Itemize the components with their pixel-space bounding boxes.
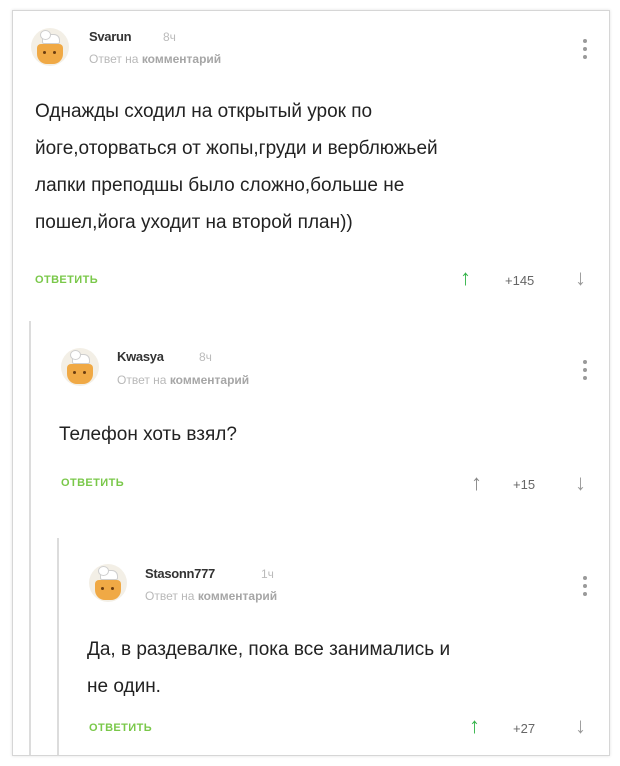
more-vertical-icon[interactable] (583, 576, 587, 600)
arrow-down-icon[interactable]: ↓ (575, 715, 586, 737)
chef-avatar-icon[interactable] (89, 564, 127, 602)
comment-text-line: Да, в раздевалке, пока все занимались и (87, 639, 451, 660)
username[interactable]: Stasonn777 (145, 566, 215, 581)
reply-to-link[interactable]: комментарий (198, 589, 277, 603)
comments-panel: Svarun 8ч Ответ на комментарий Однажды с… (12, 10, 610, 756)
comment-text: Да, в раздевалке, пока все занимались и … (87, 631, 450, 705)
reply-button[interactable]: ОТВЕТИТЬ (89, 722, 152, 734)
timestamp: 1ч (261, 567, 274, 581)
comment-3: Stasonn777 1ч Ответ на комментарий Да, в… (13, 11, 609, 755)
comment-text-line: не один. (87, 676, 161, 697)
reply-to-label: Ответ на комментарий (145, 589, 277, 603)
arrow-up-icon[interactable]: ↑ (469, 715, 480, 737)
reply-to-prefix: Ответ на (145, 589, 195, 603)
vote-score: +27 (513, 721, 536, 736)
